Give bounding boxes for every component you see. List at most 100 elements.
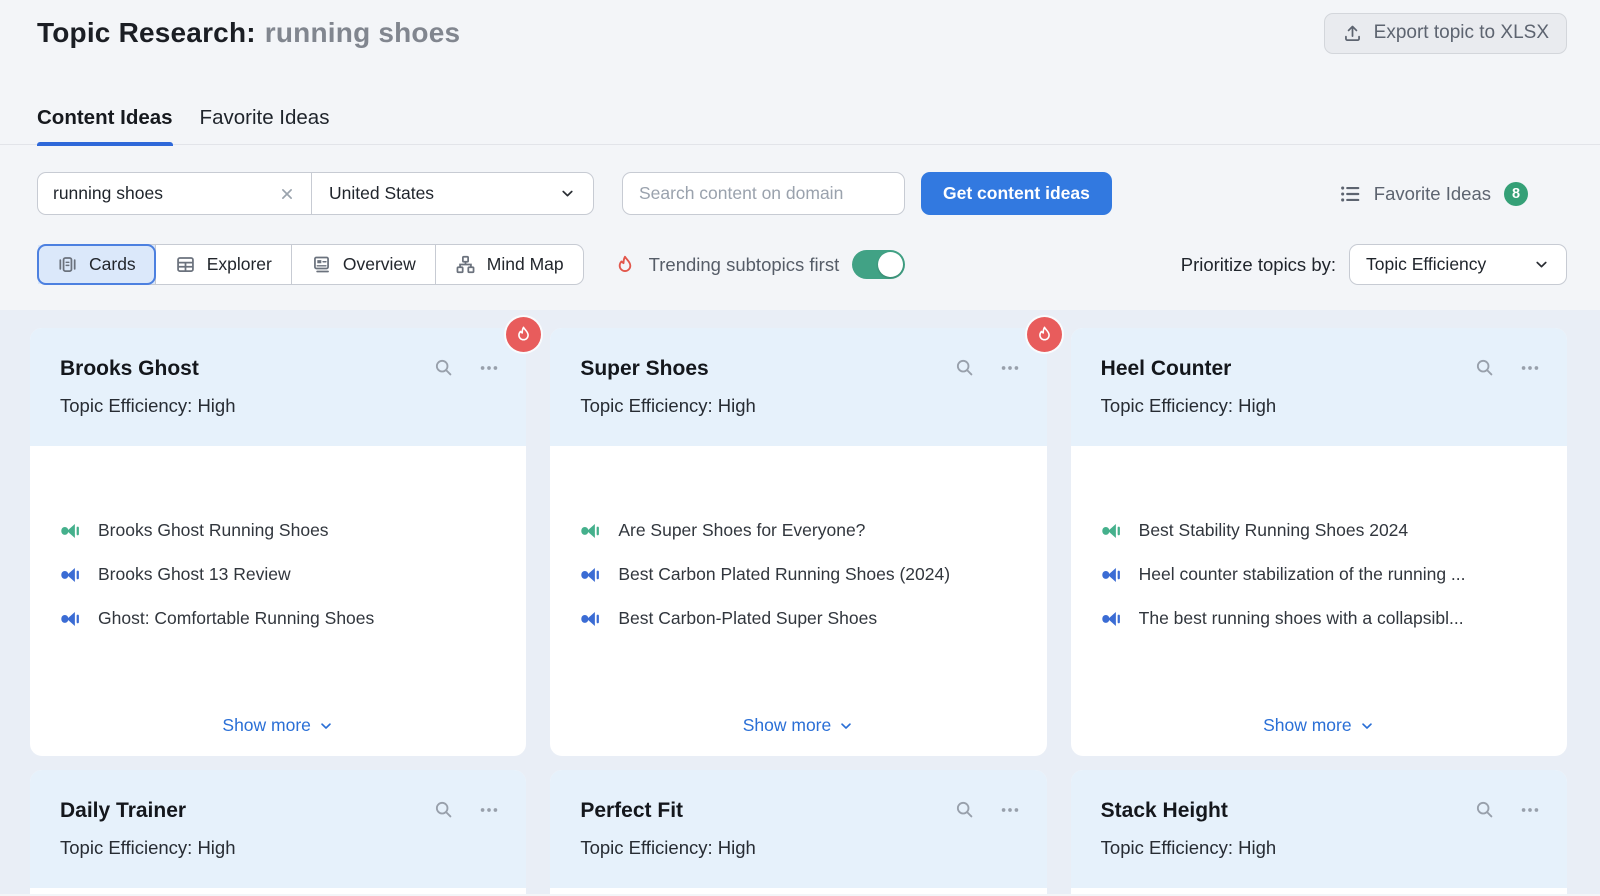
- search-icon[interactable]: [1474, 357, 1496, 379]
- card-title: Perfect Fit: [580, 799, 684, 822]
- search-icon[interactable]: [1474, 799, 1496, 821]
- topic-efficiency: Topic Efficiency: High: [60, 837, 236, 858]
- topic-card-heel-counter: Heel Counter Topic Efficiency: High Best…: [1070, 328, 1567, 756]
- prioritize-label: Prioritize topics by:: [1180, 253, 1336, 275]
- clear-keyword-icon[interactable]: [278, 185, 296, 203]
- topic-efficiency: Topic Efficiency: High: [60, 395, 236, 416]
- favorite-ideas-count-badge: 8: [1504, 181, 1528, 206]
- explorer-view-icon: [175, 254, 196, 275]
- page-title-query: running shoes: [264, 17, 461, 48]
- tab-favorite-ideas[interactable]: Favorite Ideas: [200, 106, 330, 144]
- search-icon[interactable]: [954, 357, 976, 379]
- chevron-down-icon: [838, 718, 854, 734]
- trending-subtopics-label: Trending subtopics first: [648, 253, 840, 275]
- view-mindmap-label: Mind Map: [486, 254, 564, 274]
- idea-text: The best running shoes with a collapsibl…: [1138, 608, 1464, 628]
- more-options-icon[interactable]: [999, 799, 1021, 821]
- topic-cards-area: Brooks Ghost Topic Efficiency: High Broo…: [0, 310, 1600, 894]
- tab-bar: Content Ideas Favorite Ideas: [0, 106, 1600, 146]
- idea-item[interactable]: Brooks Ghost 13 Review: [60, 564, 500, 585]
- card-title: Stack Height: [1100, 799, 1228, 822]
- chevron-down-icon: [1359, 718, 1375, 734]
- keyword-input[interactable]: [53, 183, 278, 204]
- keyword-country-group: United States: [37, 172, 594, 215]
- more-options-icon[interactable]: [478, 799, 500, 821]
- idea-item[interactable]: Ghost: Comfortable Running Shoes: [60, 608, 500, 629]
- view-mindmap-button[interactable]: Mind Map: [436, 245, 583, 284]
- search-icon[interactable]: [433, 799, 455, 821]
- megaphone-icon: [60, 564, 81, 585]
- prioritize-value: Topic Efficiency: [1366, 254, 1487, 274]
- show-more-label: Show more: [1263, 715, 1352, 735]
- megaphone-icon: [1101, 564, 1122, 585]
- trending-subtopics-toggle[interactable]: [852, 250, 906, 279]
- keyword-segment: [38, 173, 312, 214]
- topic-efficiency: Topic Efficiency: High: [580, 395, 756, 416]
- page-title-prefix: Topic Research:: [37, 17, 256, 48]
- view-switcher: Cards Explorer Overview Mind Map: [37, 244, 584, 285]
- show-more-label: Show more: [742, 715, 832, 735]
- view-explorer-button[interactable]: Explorer: [156, 245, 292, 284]
- favorite-ideas-link[interactable]: Favorite Ideas 8: [1339, 181, 1528, 206]
- chevron-down-icon: [1533, 256, 1550, 273]
- view-cards-button[interactable]: Cards: [37, 244, 156, 285]
- search-icon[interactable]: [433, 357, 455, 379]
- idea-text: Brooks Ghost 13 Review: [98, 564, 291, 584]
- idea-item[interactable]: Best Carbon Plated Running Shoes (2024): [580, 564, 1020, 585]
- flame-icon: [614, 254, 636, 276]
- idea-text: Best Carbon Plated Running Shoes (2024): [618, 564, 951, 584]
- idea-item[interactable]: Are Super Shoes for Everyone?: [580, 520, 1020, 541]
- topic-card-super-shoes: Super Shoes Topic Efficiency: High Are S…: [550, 317, 1062, 756]
- view-cards-label: Cards: [89, 254, 136, 274]
- view-overview-button[interactable]: Overview: [292, 245, 436, 284]
- list-icon: [1339, 183, 1361, 205]
- more-options-icon[interactable]: [1519, 799, 1541, 821]
- show-more-label: Show more: [222, 715, 311, 735]
- idea-item[interactable]: Best Carbon-Plated Super Shoes: [580, 608, 1020, 629]
- show-more-link[interactable]: Show more: [550, 715, 1046, 736]
- export-topic-label: Export topic to XLSX: [1373, 22, 1549, 43]
- topic-efficiency: Topic Efficiency: High: [580, 837, 756, 858]
- tab-content-ideas[interactable]: Content Ideas: [37, 106, 173, 146]
- upload-icon: [1342, 23, 1363, 44]
- get-content-ideas-button[interactable]: Get content ideas: [921, 172, 1112, 215]
- idea-text: Are Super Shoes for Everyone?: [618, 520, 866, 540]
- idea-item[interactable]: Brooks Ghost Running Shoes: [60, 520, 500, 541]
- megaphone-icon: [580, 608, 601, 629]
- card-title: Super Shoes: [580, 357, 709, 380]
- topic-card-stack-height: Stack Height Topic Efficiency: High: [1070, 770, 1567, 894]
- country-select[interactable]: United States: [312, 173, 593, 214]
- topic-card-brooks-ghost: Brooks Ghost Topic Efficiency: High Broo…: [30, 317, 542, 756]
- show-more-link[interactable]: Show more: [30, 715, 526, 736]
- idea-item[interactable]: The best running shoes with a collapsibl…: [1101, 608, 1541, 629]
- country-value: United States: [329, 183, 435, 203]
- card-title: Daily Trainer: [60, 799, 187, 822]
- idea-item[interactable]: Heel counter stabilization of the runnin…: [1101, 564, 1541, 585]
- megaphone-icon: [580, 564, 601, 585]
- megaphone-icon: [580, 520, 601, 541]
- idea-text: Heel counter stabilization of the runnin…: [1138, 564, 1466, 584]
- card-title: Heel Counter: [1100, 357, 1232, 380]
- controls-section: United States Get content ideas Favorite…: [0, 145, 1600, 285]
- idea-item[interactable]: Best Stability Running Shoes 2024: [1101, 520, 1541, 541]
- page-header: Topic Research: running shoes Export topi…: [0, 0, 1600, 55]
- more-options-icon[interactable]: [999, 357, 1021, 379]
- mindmap-view-icon: [455, 254, 476, 275]
- prioritize-select[interactable]: Topic Efficiency: [1349, 244, 1567, 285]
- trending-subtopics-control: Trending subtopics first: [614, 250, 906, 279]
- topic-efficiency: Topic Efficiency: High: [1100, 837, 1277, 858]
- idea-text: Brooks Ghost Running Shoes: [98, 520, 329, 540]
- domain-search-input[interactable]: [622, 172, 905, 215]
- export-topic-button[interactable]: Export topic to XLSX: [1323, 12, 1567, 54]
- search-icon[interactable]: [954, 799, 976, 821]
- megaphone-icon: [1101, 608, 1122, 629]
- cards-view-icon: [57, 254, 78, 275]
- megaphone-icon: [60, 520, 81, 541]
- more-options-icon[interactable]: [478, 357, 500, 379]
- view-overview-label: Overview: [342, 254, 416, 274]
- overview-view-icon: [311, 254, 332, 275]
- more-options-icon[interactable]: [1519, 357, 1541, 379]
- show-more-link[interactable]: Show more: [1071, 715, 1567, 736]
- megaphone-icon: [60, 608, 81, 629]
- idea-text: Ghost: Comfortable Running Shoes: [98, 608, 375, 628]
